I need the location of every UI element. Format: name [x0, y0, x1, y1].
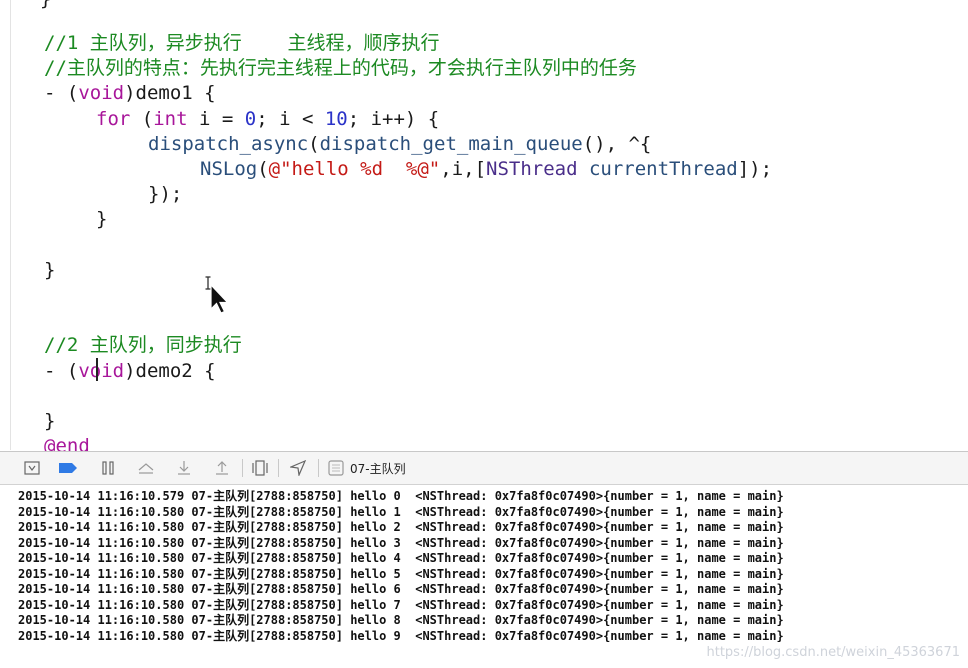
pause-continue-button[interactable] — [98, 458, 118, 478]
step-out-button[interactable] — [212, 458, 232, 478]
console-log-line: 2015-10-14 11:16:10.580 07-主队列[2788:8587… — [18, 551, 784, 565]
code-token: dispatch_async — [148, 132, 309, 155]
console-log-line: 2015-10-14 11:16:10.580 07-主队列[2788:8587… — [18, 520, 784, 534]
code-token: @"hello %d %@" — [268, 158, 441, 180]
console-log-line: 2015-10-14 11:16:10.580 07-主队列[2788:8587… — [18, 535, 784, 550]
mouse-pointer-icon — [205, 275, 235, 321]
thread-app-icon — [328, 460, 344, 476]
panel-toggle-icon — [24, 461, 40, 475]
code-token: 0 — [244, 107, 257, 130]
code-token: //2 主队列，同步执行 — [44, 334, 242, 357]
code-fragment: } — [40, 0, 51, 10]
code-line: //1 主队列，异步执行 主线程，顺序执行 — [44, 31, 440, 56]
console-log-line: 2015-10-14 11:16:10.580 07-主队列[2788:8587… — [18, 613, 784, 627]
code-line: NSLog(@"hello %d %@",i,[NSThread current… — [44, 157, 772, 182]
code-line: - (void)demo1 { — [44, 81, 216, 106]
code-token: - ( — [44, 82, 79, 105]
console-log-line: 2015-10-14 11:16:10.580 07-主队列[2788:8587… — [18, 582, 784, 596]
code-token: void — [78, 82, 125, 105]
console-log-line: 2015-10-14 11:16:10.580 07-主队列[2788:8587… — [18, 504, 784, 519]
code-line: for (int i = 0; i < 10; i++) { — [44, 107, 439, 132]
code-token: //1 主队列，异步执行 主线程，顺序执行 — [44, 32, 440, 54]
simulate-location-button[interactable] — [288, 458, 308, 478]
debug-console[interactable]: 2015-10-14 11:16:10.579 07-主队列[2788:8587… — [0, 485, 968, 668]
console-log-line: 2015-10-14 11:16:10.580 07-主队列[2788:8587… — [18, 628, 784, 643]
code-token: ( — [130, 107, 154, 130]
console-log-line: 2015-10-14 11:16:10.580 07-主队列[2788:8587… — [18, 566, 784, 581]
watermark-text: https://blog.csdn.net/weixin_45363671 — [706, 645, 960, 660]
code-line: - (void)demo2 { — [44, 359, 216, 384]
code-line: //2 主队列，同步执行 — [44, 333, 242, 358]
code-token: currentThread — [588, 158, 738, 180]
code-line: }); — [44, 182, 182, 207]
breakpoint-icon — [59, 463, 77, 473]
pause-icon — [102, 461, 114, 475]
thread-selector-button[interactable] — [326, 458, 346, 478]
code-line: } — [44, 409, 55, 434]
thread-label[interactable]: 07-主队列 — [350, 460, 406, 477]
code-token: ]); — [737, 158, 773, 180]
code-line: dispatch_async(dispatch_get_main_queue()… — [44, 132, 651, 157]
step-out-icon — [216, 461, 228, 475]
view-hierarchy-icon — [252, 460, 268, 476]
code-line: } — [44, 207, 107, 232]
breakpoints-toggle-button[interactable] — [58, 458, 78, 478]
code-token: ( — [257, 158, 269, 180]
view-debugger-button[interactable] — [250, 458, 270, 478]
code-token: void — [78, 359, 125, 382]
code-token: } — [96, 208, 108, 231]
console-log-line: 2015-10-14 11:16:10.579 07-主队列[2788:8587… — [18, 489, 784, 503]
code-token: for — [96, 107, 131, 130]
code-line: } — [44, 258, 55, 283]
code-token: } — [44, 410, 56, 432]
toolbar-divider — [318, 459, 319, 477]
code-line: //主队列的特点：先执行完主线程上的代码，才会执行主队列中的任务 — [44, 56, 637, 81]
code-token: ,i,[ — [440, 158, 487, 180]
gutter-divider — [10, 0, 11, 450]
location-arrow-icon — [290, 460, 306, 476]
step-into-icon — [178, 461, 190, 475]
code-token: NSLog — [200, 158, 258, 180]
code-token: dispatch_get_main_queue — [319, 132, 583, 155]
code-token: } — [44, 258, 56, 281]
code-token: 10 — [324, 107, 348, 130]
code-token: (), ^{ — [582, 132, 652, 155]
code-token: i = — [187, 107, 245, 130]
code-token: ; i++) { — [347, 107, 440, 130]
step-over-icon — [138, 463, 154, 474]
code-token: NSThread — [486, 158, 578, 180]
hide-debug-area-button[interactable] — [22, 458, 42, 478]
text-caret — [96, 358, 98, 381]
code-token: }); — [148, 183, 183, 206]
toolbar-divider — [242, 459, 243, 477]
step-into-button[interactable] — [174, 458, 194, 478]
code-token: //主队列的特点：先执行完主线程上的代码，才会执行主队列中的任务 — [44, 57, 637, 80]
code-token: - ( — [44, 359, 79, 382]
toolbar-divider — [278, 459, 279, 477]
code-token: )demo1 { — [124, 82, 216, 105]
code-token: ; i < — [256, 107, 325, 130]
step-over-button[interactable] — [136, 458, 156, 478]
code-token: ( — [308, 132, 320, 155]
code-token: )demo2 { — [124, 359, 216, 382]
code-editor[interactable]: } //1 主队列，异步执行 主线程，顺序执行 //主队列的特点：先执行完主线程上… — [0, 0, 968, 457]
console-log-line: 2015-10-14 11:16:10.580 07-主队列[2788:8587… — [18, 597, 784, 612]
code-token: int — [153, 107, 188, 130]
debug-toolbar: 07-主队列 — [0, 451, 968, 485]
